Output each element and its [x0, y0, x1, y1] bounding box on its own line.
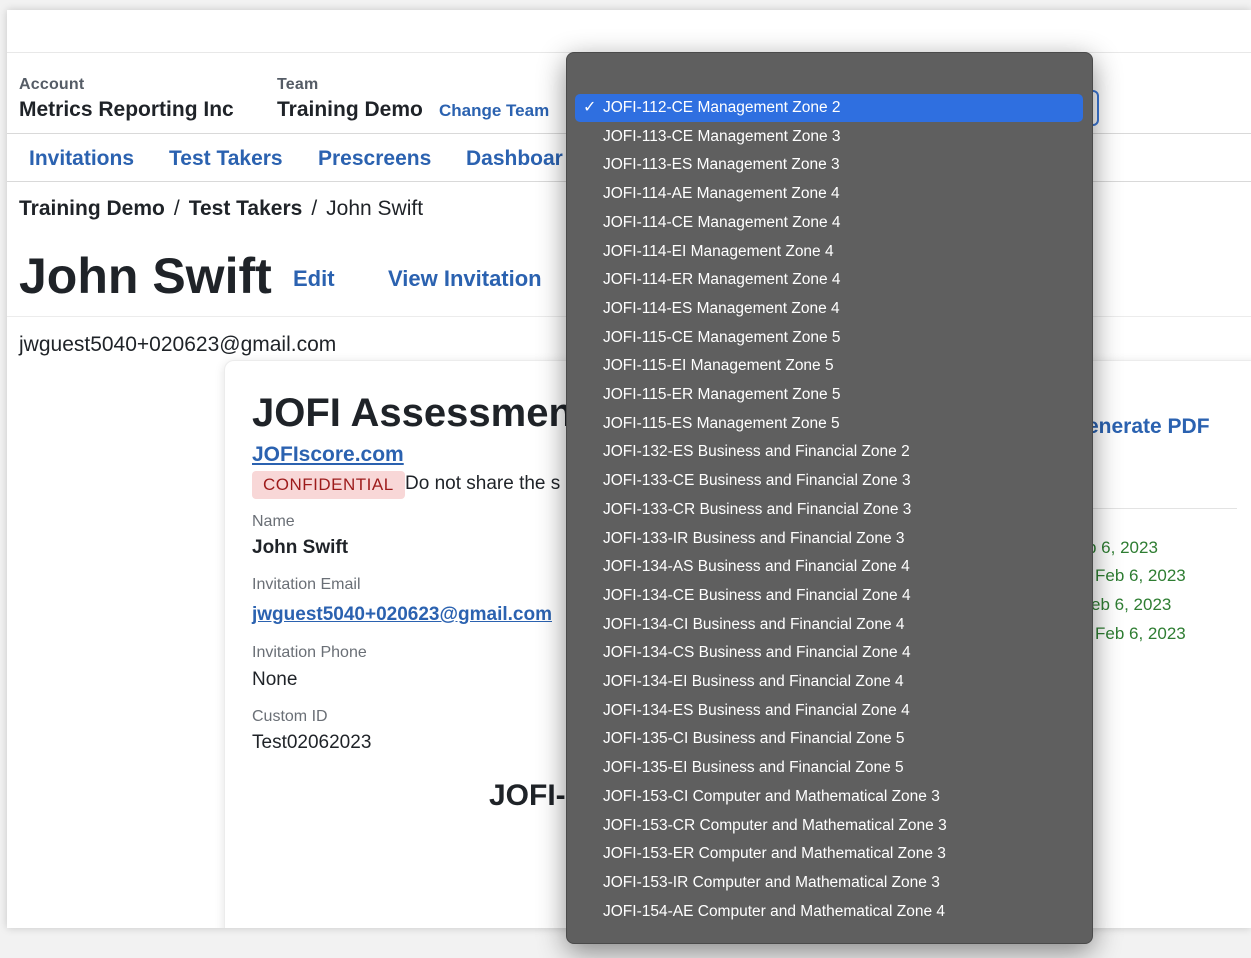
dropdown-option-label: JOFI-115-ES Management Zone 5 — [603, 414, 840, 432]
dropdown-option-label: JOFI-114-CE Management Zone 4 — [603, 213, 841, 231]
dropdown-option[interactable]: JOFI-134-CS Business and Financial Zone … — [575, 639, 1083, 667]
dropdown-option[interactable]: JOFI-114-AE Management Zone 4 — [575, 180, 1083, 208]
dropdown-option-label: JOFI-134-EI Business and Financial Zone … — [603, 673, 904, 690]
date-entry: eb 6, 2023 — [1091, 595, 1172, 614]
dropdown-option-label: JOFI-133-CE Business and Financial Zone … — [603, 472, 911, 490]
dropdown-option[interactable]: JOFI-134-EI Business and Financial Zone … — [575, 668, 1083, 696]
dropdown-option-label: JOFI-134-CS Business and Financial Zone … — [603, 644, 911, 662]
confidential-notice: Do not share the s — [405, 473, 561, 494]
breadcrumb: Training Demo / Test Takers / John Swift — [19, 197, 423, 221]
dropdown-option-label: JOFI-113-ES Management Zone 3 — [603, 156, 840, 174]
dropdown-option[interactable]: JOFI-134-CE Business and Financial Zone … — [575, 582, 1083, 610]
dropdown-option[interactable]: JOFI-134-CI Business and Financial Zone … — [575, 611, 1083, 639]
name-label: Name — [252, 513, 295, 530]
dropdown-option-label: JOFI-134-CE Business and Financial Zone … — [603, 586, 911, 604]
custom-id-label: Custom ID — [252, 708, 328, 725]
date-entry: Feb 6, 2023 — [1095, 566, 1186, 585]
confidential-badge: CONFIDENTIAL — [252, 471, 405, 499]
report-section-heading: JOFI- — [489, 779, 566, 812]
dropdown-option[interactable]: JOFI-114-ER Management Zone 4 — [575, 266, 1083, 294]
dropdown-option[interactable]: JOFI-114-ES Management Zone 4 — [575, 295, 1083, 323]
checkmark-icon: ✓ — [583, 99, 597, 116]
generate-pdf-button[interactable]: enerate PDF — [1087, 415, 1210, 439]
account-name: Metrics Reporting Inc — [19, 98, 234, 121]
dropdown-option-label: JOFI-115-EI Management Zone 5 — [603, 357, 834, 375]
card-divider — [1087, 508, 1237, 509]
dropdown-option[interactable]: JOFI-153-CI Computer and Mathematical Zo… — [575, 783, 1083, 811]
change-team-link[interactable]: Change Team — [439, 101, 549, 121]
assessment-dropdown-menu[interactable]: ✓ JOFI-112-CE Management Zone 2 JOFI-113-C… — [566, 52, 1093, 944]
nav-prescreens[interactable]: Prescreens — [318, 147, 431, 171]
dropdown-option-label: JOFI-114-AE Management Zone 4 — [603, 185, 840, 203]
dropdown-option[interactable]: JOFI-115-ES Management Zone 5 — [575, 410, 1083, 438]
dropdown-option[interactable]: JOFI-134-AS Business and Financial Zone … — [575, 553, 1083, 581]
name-value: John Swift — [252, 537, 349, 558]
date-entry: Feb 6, 2023 — [1095, 624, 1186, 643]
invitation-phone-value: None — [252, 669, 298, 690]
dropdown-option-label: JOFI-133-IR Business and Financial Zone … — [603, 529, 905, 547]
dropdown-option-label: JOFI-134-CI Business and Financial Zone … — [603, 615, 905, 633]
breadcrumb-current: John Swift — [326, 197, 424, 220]
nav-dashboard[interactable]: Dashboar — [466, 147, 563, 171]
dropdown-option[interactable]: JOFI-114-EI Management Zone 4 — [575, 238, 1083, 266]
dropdown-option[interactable]: JOFI-113-CE Management Zone 3 — [575, 123, 1083, 151]
dropdown-option-label: JOFI-153-IR Computer and Mathematical Zo… — [603, 873, 940, 891]
dropdown-option-label: JOFI-134-ES Business and Financial Zone … — [603, 701, 910, 719]
dropdown-option[interactable]: JOFI-135-CI Business and Financial Zone … — [575, 725, 1083, 753]
breadcrumb-separator: / — [173, 197, 180, 220]
page-title: John Swift — [19, 248, 272, 304]
breadcrumb-team[interactable]: Training Demo — [19, 197, 165, 220]
dropdown-option-label: JOFI-133-CR Business and Financial Zone … — [603, 500, 912, 518]
dropdown-option-label: JOFI-114-EI Management Zone 4 — [603, 242, 834, 260]
dropdown-option[interactable]: JOFI-114-CE Management Zone 4 — [575, 209, 1083, 237]
nav-test-takers[interactable]: Test Takers — [169, 147, 283, 171]
dropdown-option[interactable]: JOFI-154-AE Computer and Mathematical Zo… — [575, 898, 1083, 926]
dropdown-option[interactable]: JOFI-133-CR Business and Financial Zone … — [575, 496, 1083, 524]
dropdown-option-label: JOFI-153-CR Computer and Mathematical Zo… — [603, 816, 947, 834]
edit-link[interactable]: Edit — [293, 266, 335, 292]
team-label: Team — [277, 76, 319, 93]
dropdown-option[interactable]: JOFI-133-IR Business and Financial Zone … — [575, 525, 1083, 553]
dropdown-option[interactable]: JOFI-133-CE Business and Financial Zone … — [575, 467, 1083, 495]
invitation-email-link[interactable]: jwguest5040+020623@gmail.com — [252, 604, 552, 626]
test-taker-email: jwguest5040+020623@gmail.com — [19, 333, 337, 356]
dropdown-option-label: JOFI-115-ER Management Zone 5 — [603, 386, 841, 403]
dropdown-option[interactable]: JOFI-153-ER Computer and Mathematical Zo… — [575, 840, 1083, 868]
dropdown-option[interactable]: JOFI-115-CE Management Zone 5 — [575, 324, 1083, 352]
dropdown-option[interactable]: JOFI-132-ES Business and Financial Zone … — [575, 438, 1083, 466]
dropdown-option-label: JOFI-135-CI Business and Financial Zone … — [603, 730, 905, 748]
account-label: Account — [19, 76, 85, 93]
dropdown-option[interactable]: JOFI-115-EI Management Zone 5 — [575, 352, 1083, 380]
dropdown-option-label: JOFI-153-CI Computer and Mathematical Zo… — [603, 787, 940, 805]
dropdown-option-label: JOFI-153-ER Computer and Mathematical Zo… — [603, 845, 946, 863]
dropdown-option[interactable]: ✓ JOFI-112-CE Management Zone 2 — [575, 94, 1083, 122]
dropdown-option-label: JOFI-112-CE Management Zone 2 — [603, 99, 841, 116]
invitation-email-label: Invitation Email — [252, 576, 361, 593]
view-invitation-link[interactable]: View Invitation — [388, 266, 542, 292]
invitation-phone-label: Invitation Phone — [252, 644, 367, 661]
custom-id-value: Test02062023 — [252, 732, 372, 753]
dropdown-option-label: JOFI-114-ES Management Zone 4 — [603, 299, 840, 317]
dropdown-option-label: JOFI-114-ER Management Zone 4 — [603, 271, 841, 289]
dropdown-option-label: JOFI-113-CE Management Zone 3 — [603, 127, 841, 145]
dropdown-option[interactable]: JOFI-115-ER Management Zone 5 — [575, 381, 1083, 409]
breadcrumb-test-takers[interactable]: Test Takers — [189, 197, 303, 220]
date-entry: b 6, 2023 — [1087, 538, 1158, 557]
team-name: Training Demo — [277, 98, 423, 121]
dropdown-option-label: JOFI-154-AE Computer and Mathematical Zo… — [603, 902, 946, 920]
dropdown-option[interactable]: JOFI-153-CR Computer and Mathematical Zo… — [575, 812, 1083, 840]
dropdown-option-label: JOFI-135-EI Business and Financial Zone … — [603, 759, 904, 777]
dropdown-option[interactable]: JOFI-135-EI Business and Financial Zone … — [575, 754, 1083, 782]
dropdown-option-label: JOFI-115-CE Management Zone 5 — [603, 328, 841, 346]
jofiscore-link[interactable]: JOFIscore.com — [252, 443, 404, 467]
dropdown-option[interactable]: JOFI-113-ES Management Zone 3 — [575, 151, 1083, 179]
dropdown-option[interactable]: JOFI-153-IR Computer and Mathematical Zo… — [575, 869, 1083, 897]
breadcrumb-separator: / — [311, 197, 318, 220]
assessment-title: JOFI Assessmen — [252, 391, 573, 435]
nav-invitations[interactable]: Invitations — [29, 147, 134, 171]
dropdown-option-label: JOFI-134-AS Business and Financial Zone … — [603, 558, 910, 576]
dropdown-option-label: JOFI-132-ES Business and Financial Zone … — [603, 443, 910, 461]
dropdown-option[interactable]: JOFI-134-ES Business and Financial Zone … — [575, 697, 1083, 725]
